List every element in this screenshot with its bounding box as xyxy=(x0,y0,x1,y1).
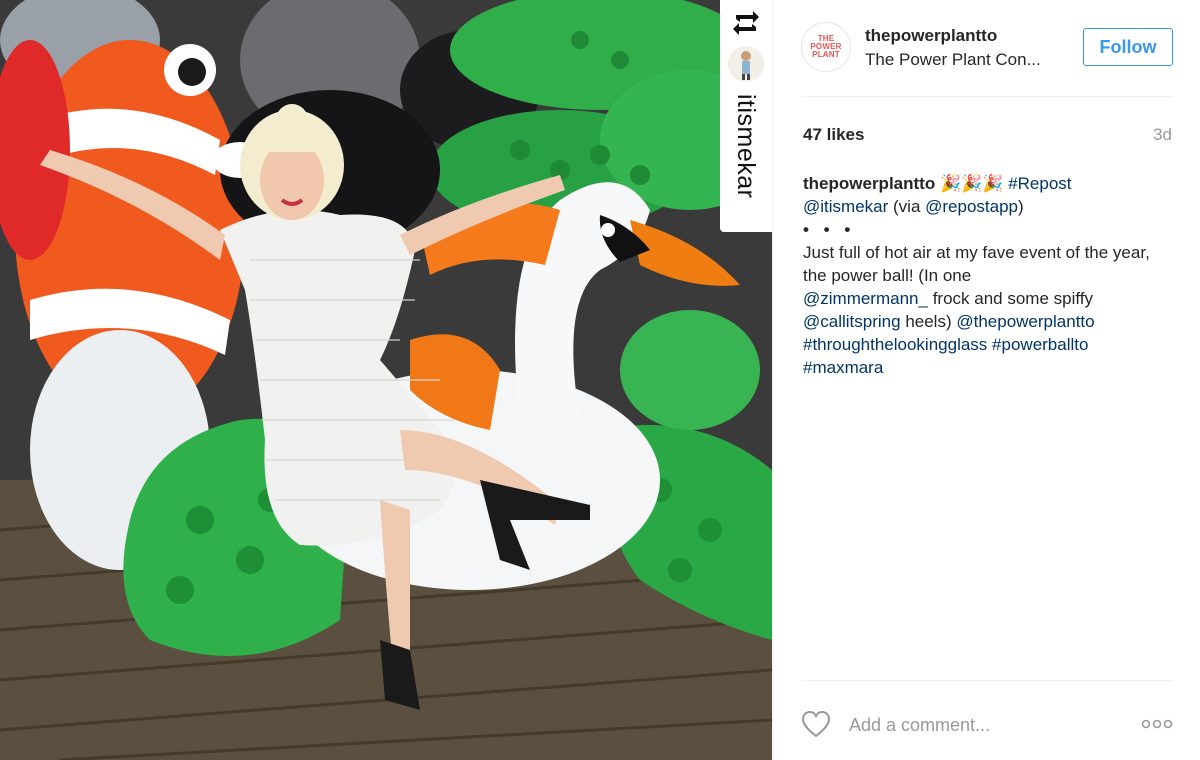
comment-bar xyxy=(801,700,1173,748)
photo-illustration xyxy=(0,0,772,760)
account-username[interactable]: thepowerplantto xyxy=(865,26,997,46)
caption-via-close: ) xyxy=(1018,197,1024,216)
caption-text-3: heels) xyxy=(905,312,952,331)
more-options-icon[interactable] xyxy=(1141,714,1173,734)
hashtag-powerballto[interactable]: #powerballto xyxy=(992,335,1088,354)
caption-text-1: Just full of hot air at my fave event of… xyxy=(803,243,1150,285)
mention-repostapp[interactable]: @repostapp xyxy=(925,197,1018,216)
follow-button[interactable]: Follow xyxy=(1083,28,1173,66)
mention-thepowerplantto[interactable]: @thepowerplantto xyxy=(956,312,1094,331)
mention-itismekar[interactable]: @itismekar xyxy=(803,197,888,216)
caption-text-2: frock and some spiffy xyxy=(932,289,1094,308)
post-side-panel: THE POWER PLANT thepowerplantto The Powe… xyxy=(772,0,1200,760)
repost-username: itismekar xyxy=(732,94,760,199)
caption-emoji: 🎉🎉🎉 xyxy=(939,174,1004,193)
repost-user-avatar xyxy=(728,46,764,82)
heart-icon[interactable] xyxy=(801,710,831,738)
post-photo[interactable]: itismekar xyxy=(0,0,772,760)
post-age[interactable]: 3d xyxy=(1153,125,1172,145)
instagram-post-view: itismekar THE POWER PLANT thepowerplantt… xyxy=(0,0,1200,760)
hashtag-maxmara[interactable]: #maxmara xyxy=(803,358,883,377)
likes-count[interactable]: 47 likes xyxy=(803,125,864,145)
account-full-name: The Power Plant Con... xyxy=(865,50,1041,69)
header-divider xyxy=(801,96,1173,97)
comment-input[interactable] xyxy=(847,710,1121,740)
repost-icon xyxy=(733,11,759,35)
caption-author[interactable]: thepowerplantto xyxy=(803,174,935,193)
mention-zimmermann[interactable]: @zimmermann_ xyxy=(803,289,928,308)
caption-dots: • • • xyxy=(803,220,856,239)
repost-attribution: itismekar xyxy=(720,0,772,232)
logo-line-3: PLANT xyxy=(812,50,840,59)
hashtag-repost[interactable]: #Repost xyxy=(1008,174,1071,193)
mention-callitspring[interactable]: @callitspring xyxy=(803,312,901,331)
account-avatar[interactable]: THE POWER PLANT xyxy=(801,22,851,72)
hashtag-throughthelookingglass[interactable]: #throughthelookingglass xyxy=(803,335,987,354)
post-header: THE POWER PLANT thepowerplantto The Powe… xyxy=(801,20,1173,76)
post-caption: thepowerplantto 🎉🎉🎉 #Repost @itismekar (… xyxy=(803,172,1173,379)
comment-divider xyxy=(801,680,1173,681)
caption-via-open: (via xyxy=(893,197,921,216)
